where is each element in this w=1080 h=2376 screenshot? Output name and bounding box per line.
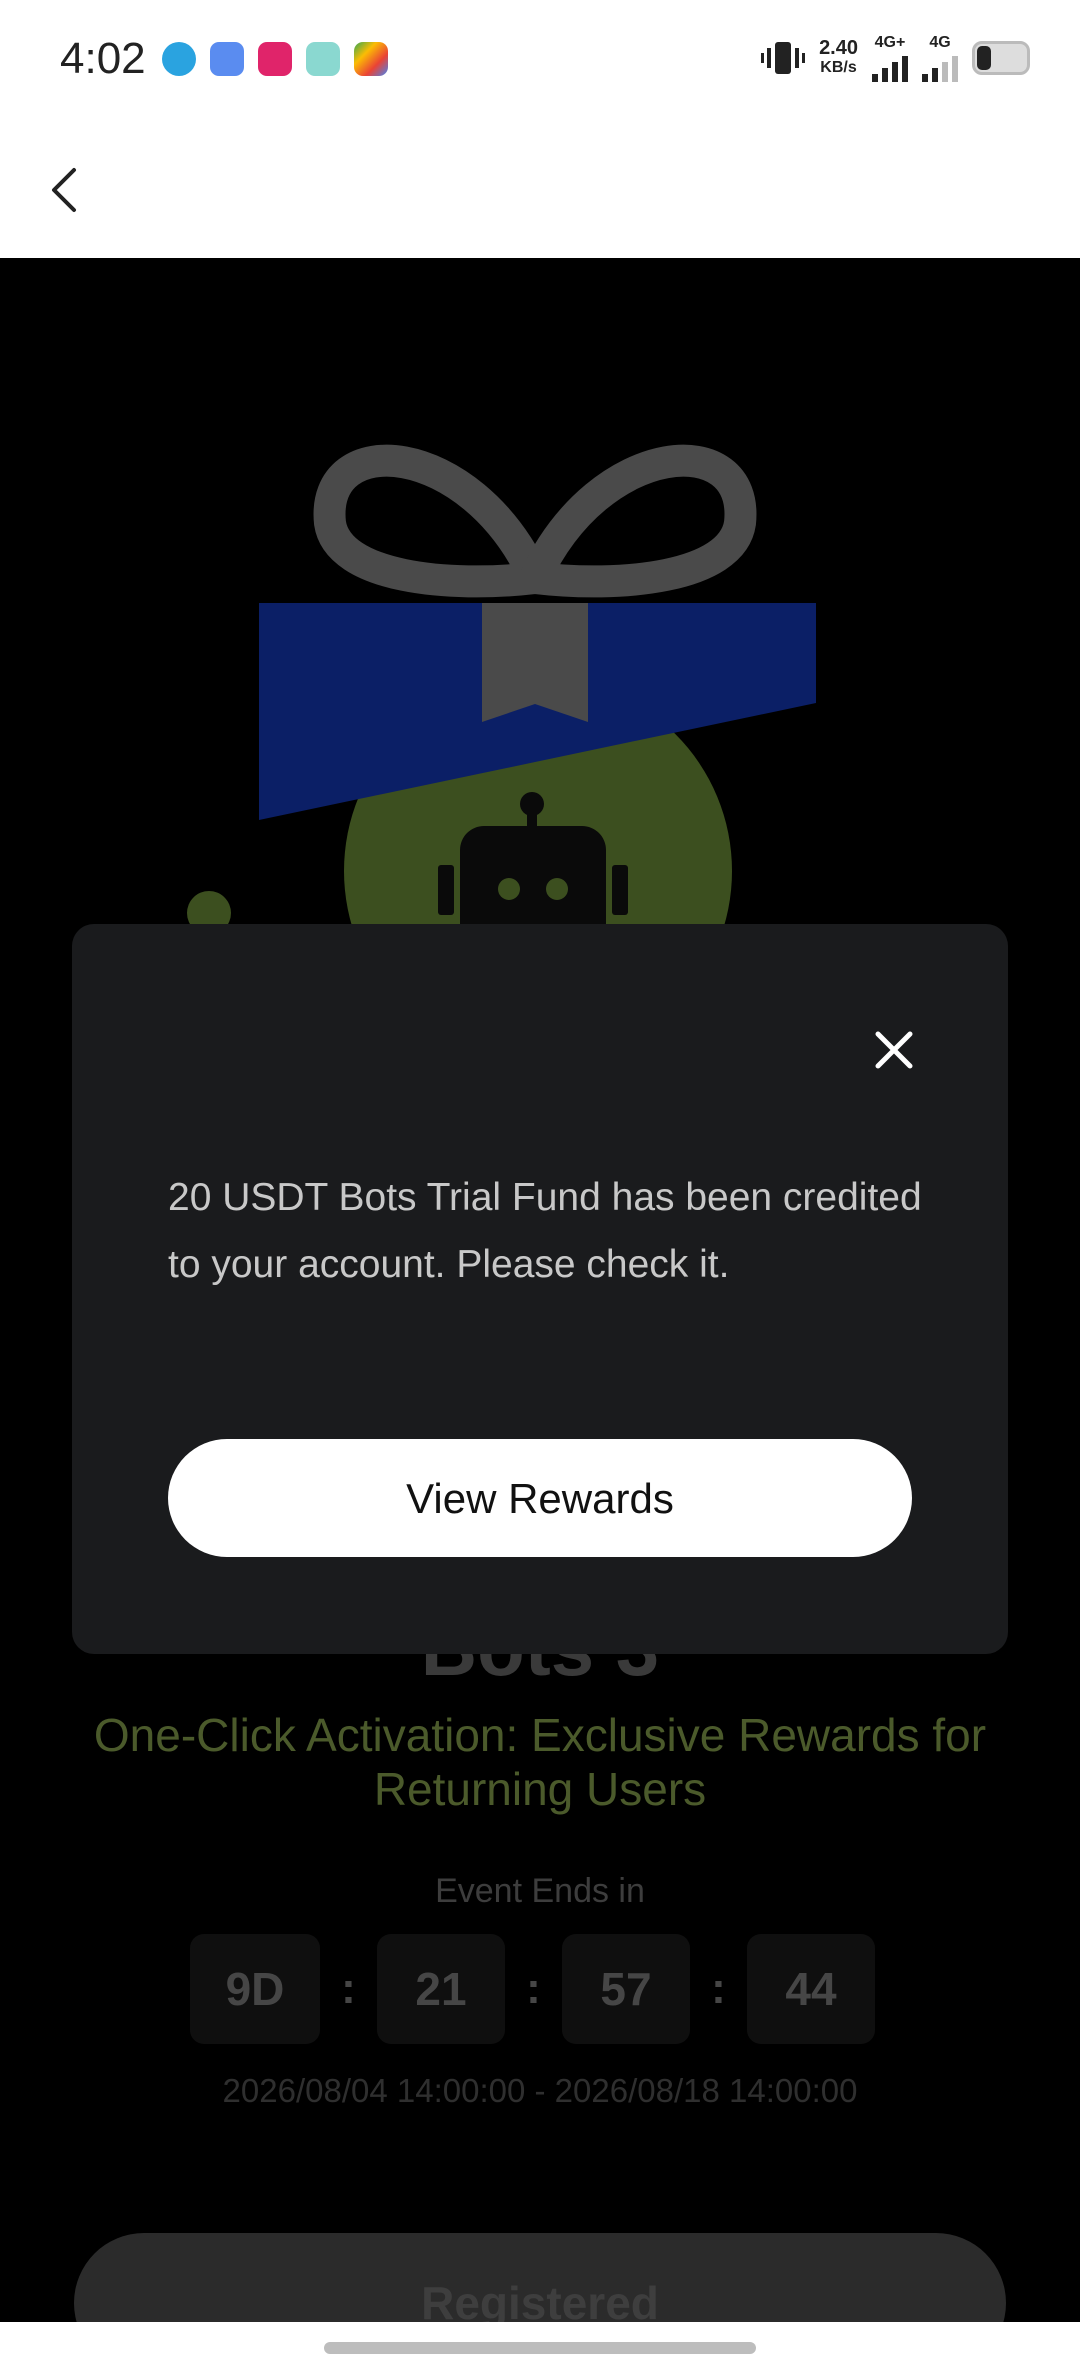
status-indicators: 2.40 KB/s 4G+ 4G xyxy=(761,34,1030,82)
status-time: 4:02 xyxy=(60,34,146,83)
close-button[interactable] xyxy=(866,1022,922,1078)
promo-headline: One-Click Activation: Exclusive Rewards … xyxy=(93,1709,987,1815)
gift-bow xyxy=(313,444,551,598)
registered-button[interactable]: Registered xyxy=(74,2233,1006,2322)
event-date-range: 2026/08/04 14:00:00 - 2026/08/18 14:00:0… xyxy=(222,2072,858,2109)
battery-icon xyxy=(972,41,1030,75)
sim1-label: 4G+ xyxy=(874,34,906,51)
countdown-separator: : xyxy=(341,1964,356,2013)
notification-icons xyxy=(162,42,388,76)
countdown-minutes: 57 xyxy=(562,1934,690,2044)
gift-robot-illustration xyxy=(187,444,816,958)
chat-icon xyxy=(306,42,340,76)
sim2-signal: 4G xyxy=(922,34,958,82)
net-speed: 2.40 KB/s xyxy=(819,38,858,78)
gesture-bar xyxy=(0,2322,1080,2376)
status-bar: 4:02 2.40 KB/s 4G+ 4G xyxy=(0,0,1080,124)
reward-credited-modal: 20 USDT Bots Trial Fund has been credite… xyxy=(72,924,1008,1654)
signal-icon xyxy=(872,52,908,82)
net-speed-value: 2.40 xyxy=(819,37,858,59)
close-icon xyxy=(875,1031,913,1069)
sim2-label: 4G xyxy=(929,34,951,51)
top-nav-bar xyxy=(0,124,1080,258)
countdown-separator: : xyxy=(526,1964,541,2013)
play-store-icon xyxy=(354,42,388,76)
chevron-left-icon xyxy=(52,168,76,212)
back-button[interactable] xyxy=(36,160,96,220)
sim1-signal: 4G+ xyxy=(872,34,908,82)
home-indicator[interactable] xyxy=(324,2342,756,2354)
modal-message: 20 USDT Bots Trial Fund has been credite… xyxy=(168,1176,922,1286)
countdown-days: 9D xyxy=(190,1934,320,2044)
countdown-separator: : xyxy=(711,1964,726,2013)
vibrate-icon xyxy=(761,42,806,74)
countdown-hours: 21 xyxy=(377,1934,505,2044)
signal-icon xyxy=(922,52,958,82)
countdown-seconds: 44 xyxy=(747,1934,875,2044)
files-icon xyxy=(210,42,244,76)
event-ends-label: Event Ends in xyxy=(435,1872,645,1910)
net-speed-unit: KB/s xyxy=(820,59,857,76)
view-rewards-button[interactable]: View Rewards xyxy=(168,1439,912,1557)
countdown-timer: 9D : 21 : 57 : 44 xyxy=(190,1934,875,2044)
telegram-icon xyxy=(162,42,196,76)
app-icon xyxy=(258,42,292,76)
